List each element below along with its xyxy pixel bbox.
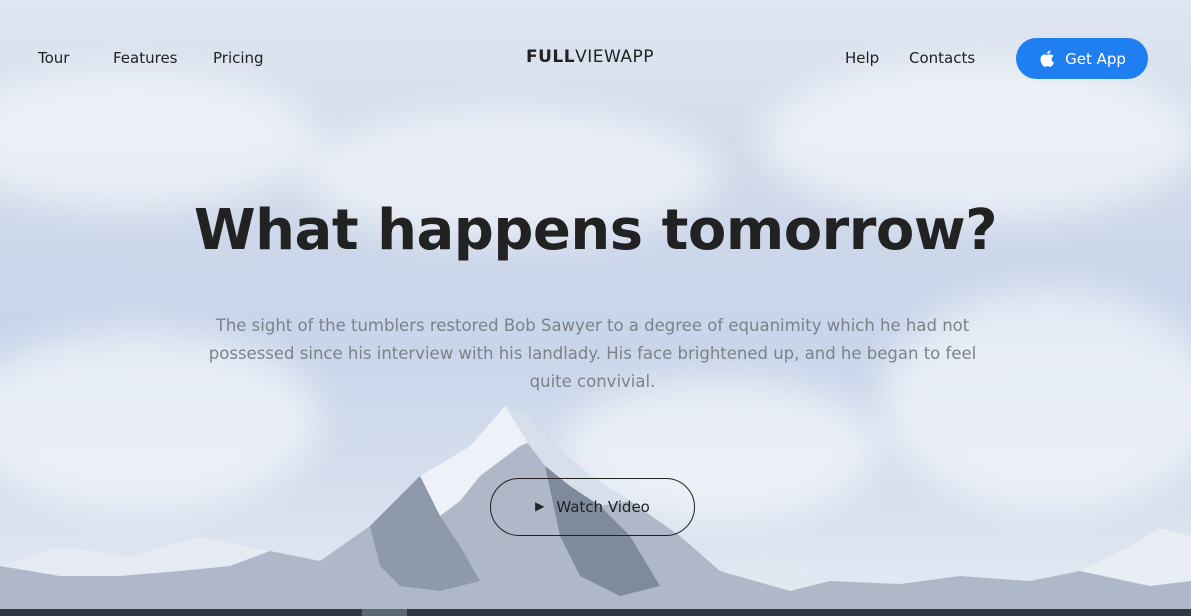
get-app-label: Get App — [1065, 49, 1126, 68]
watch-video-label: Watch Video — [556, 498, 650, 516]
cloud — [760, 60, 1191, 220]
nav-contacts[interactable]: Contacts — [909, 49, 975, 67]
get-app-button[interactable]: Get App — [1016, 38, 1148, 79]
logo-bold: FULL — [526, 47, 576, 67]
nav-tour[interactable]: Tour — [38, 49, 69, 67]
nav-features[interactable]: Features — [113, 49, 178, 67]
play-icon: ▶ — [535, 499, 545, 513]
nav-pricing[interactable]: Pricing — [213, 49, 264, 67]
cloud — [0, 70, 320, 210]
apple-icon — [1040, 50, 1055, 67]
logo-light: VIEWAPP — [575, 47, 654, 67]
logo[interactable]: FULLVIEWAPP — [526, 47, 654, 67]
hero-lede: The sight of the tumblers restored Bob S… — [208, 316, 977, 391]
watch-video-button[interactable]: ▶ Watch Video — [490, 478, 695, 536]
nav-help[interactable]: Help — [845, 49, 879, 67]
bottom-strip — [0, 609, 1191, 616]
hero-headline: What happens tomorrow? — [193, 198, 998, 263]
strip-highlight — [362, 609, 407, 616]
